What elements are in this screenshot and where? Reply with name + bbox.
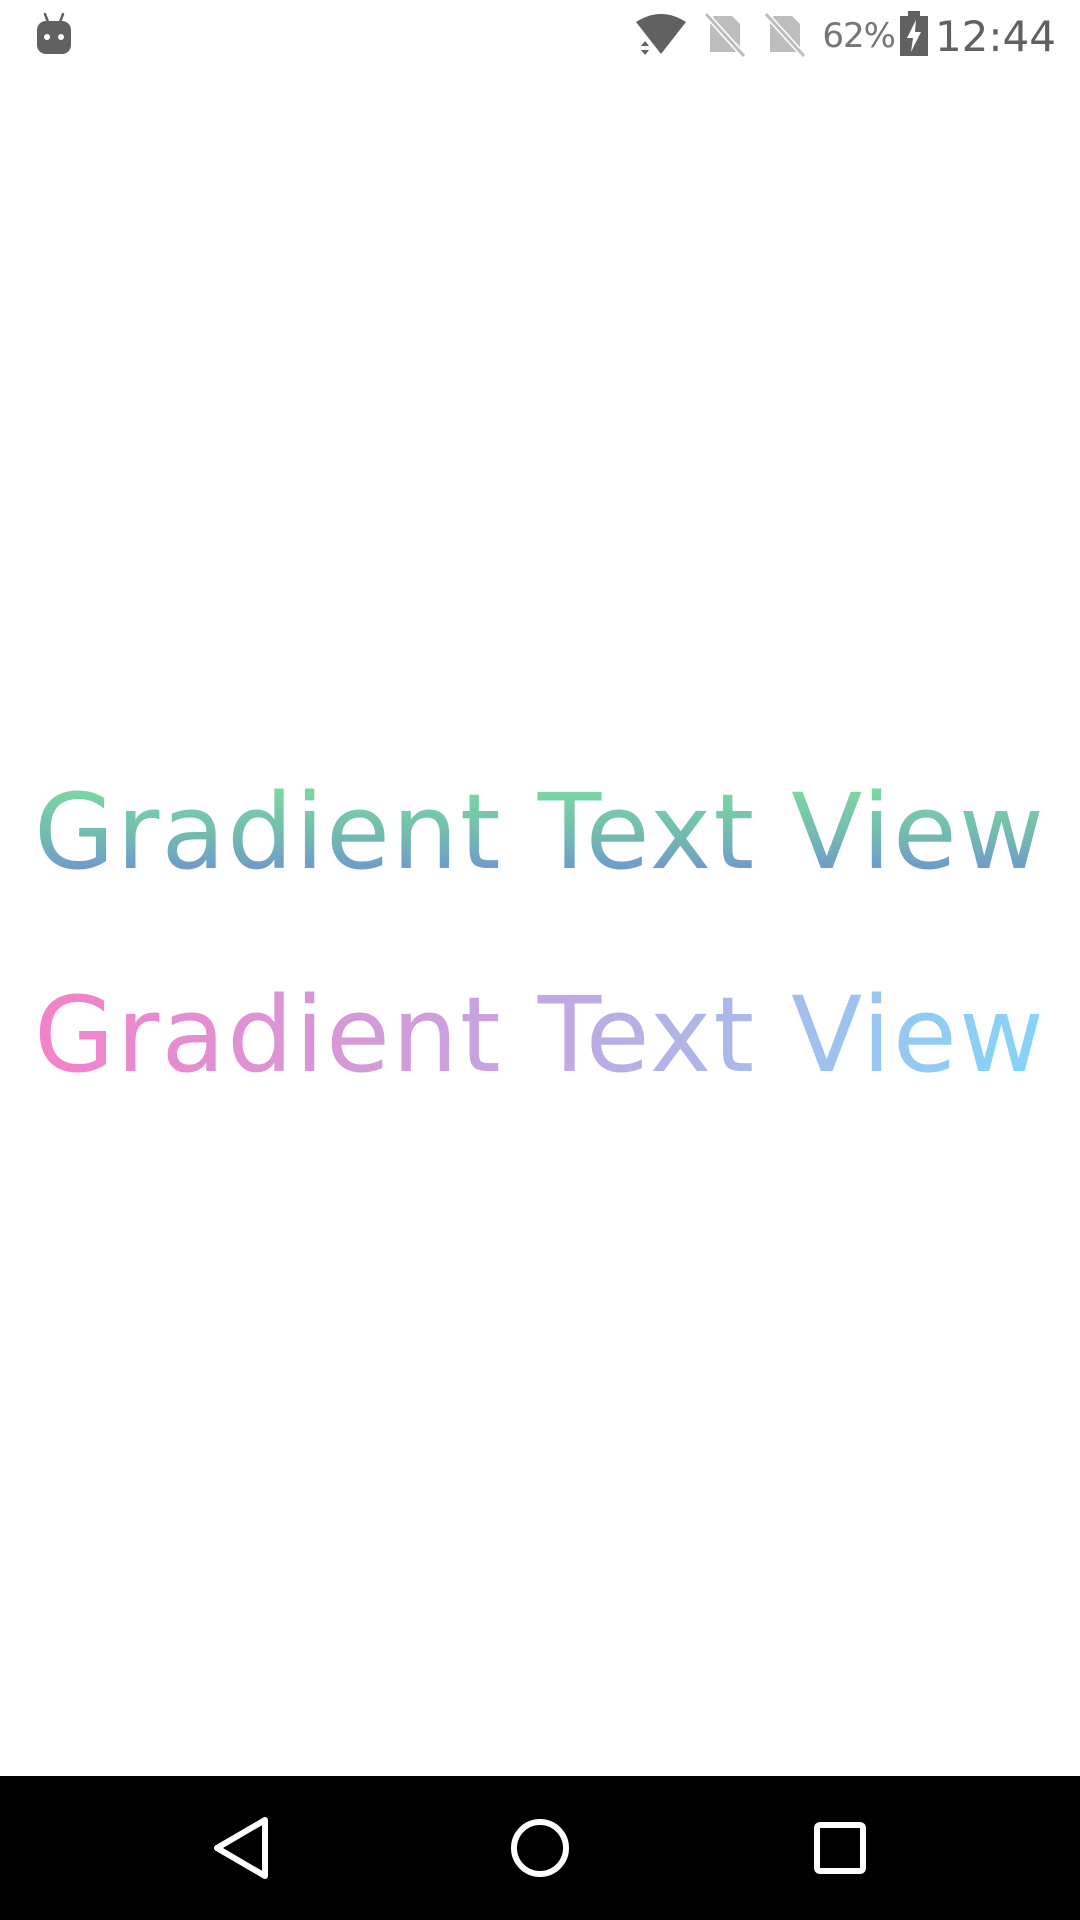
back-icon[interactable] <box>201 1808 281 1888</box>
navigation-bar <box>0 1776 1080 1920</box>
no-sim-icon <box>762 10 808 63</box>
home-icon[interactable] <box>500 1808 580 1888</box>
clock: 12:44 <box>934 11 1056 61</box>
gradient-text-view-horizontal: Gradient Text View <box>0 975 1080 1095</box>
battery-charging-icon <box>899 10 929 62</box>
screen: 62% 12:44 Gradient Text View Gradient Te… <box>0 0 1080 1920</box>
gradient-text-view-vertical: Gradient Text View <box>0 772 1080 892</box>
recents-icon[interactable] <box>800 1808 880 1888</box>
battery-percent: 62% <box>822 16 896 56</box>
status-bar: 62% 12:44 <box>0 0 1080 72</box>
android-debug-icon <box>36 12 72 56</box>
wifi-icon <box>634 10 688 63</box>
status-icons: 62% 12:44 <box>620 0 1056 72</box>
no-sim-icon <box>702 10 748 63</box>
main-content: Gradient Text View Gradient Text View <box>0 72 1080 1776</box>
